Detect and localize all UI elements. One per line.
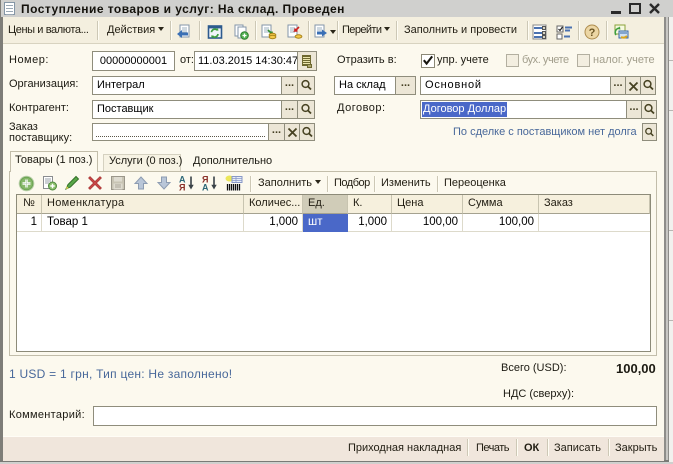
svg-text:Я: Я: [179, 183, 185, 192]
svg-text:А: А: [202, 183, 209, 192]
svg-text:?: ?: [589, 27, 596, 39]
